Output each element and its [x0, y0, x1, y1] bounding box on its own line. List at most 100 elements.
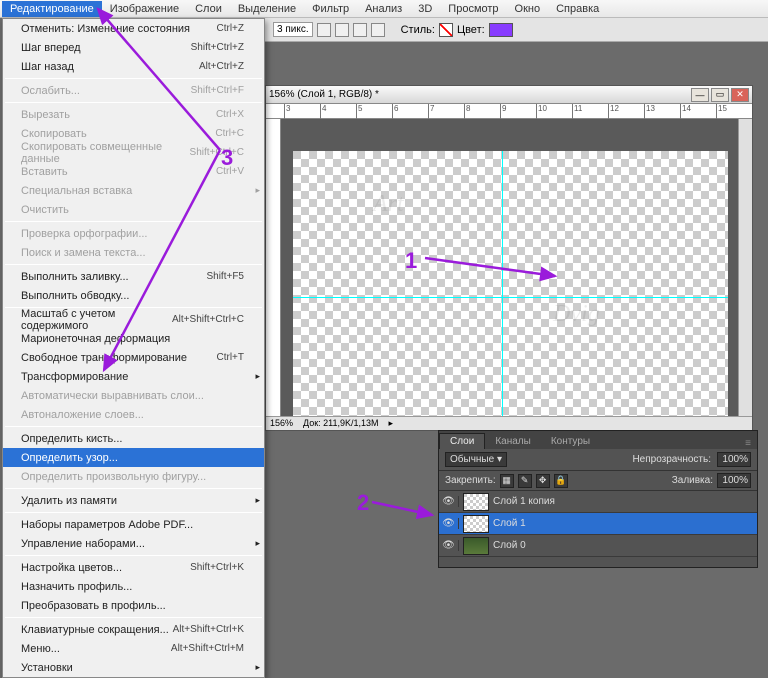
menu-item[interactable]: Определить узор...: [3, 448, 264, 467]
menu-window[interactable]: Окно: [507, 1, 549, 17]
menu-item[interactable]: Шаг назадAlt+Ctrl+Z: [3, 57, 264, 76]
menu-shortcut: Ctrl+T: [217, 352, 245, 363]
menu-item-label: Наборы параметров Adobe PDF...: [21, 519, 193, 531]
menu-item-label: Скопировать совмещенные данные: [21, 141, 190, 165]
eye-icon[interactable]: 👁: [439, 496, 459, 507]
zoom-status[interactable]: 156%: [270, 418, 293, 429]
menu-item[interactable]: Установки: [3, 658, 264, 677]
fill-input[interactable]: 100%: [717, 473, 751, 488]
menu-item[interactable]: Управление наборами...: [3, 534, 264, 553]
lock-position-icon[interactable]: ✥: [536, 474, 550, 488]
menu-item-label: Ослабить...: [21, 85, 80, 97]
menu-item[interactable]: Свободное трансформирование Ctrl+T: [3, 348, 264, 367]
shape-opt-1[interactable]: [317, 23, 331, 37]
menu-help[interactable]: Справка: [548, 1, 607, 17]
ruler-tick: 3: [284, 104, 290, 119]
lock-transparency-icon[interactable]: ▦: [500, 474, 514, 488]
layer-thumb[interactable]: [463, 515, 489, 533]
opacity-input[interactable]: 100%: [717, 452, 751, 467]
menu-item-label: Специальная вставка: [21, 185, 132, 197]
layer-list: 👁Слой 1 копия👁Слой 1👁Слой 0: [439, 491, 757, 557]
menu-shortcut: Shift+Ctrl+C: [190, 147, 244, 158]
menu-item[interactable]: Удалить из памяти: [3, 491, 264, 510]
menu-item-label: Свободное трансформирование: [21, 352, 187, 364]
edit-menu-dropdown: Отменить: Изменение состоянияCtrl+ZШаг в…: [2, 18, 265, 678]
shape-opt-3[interactable]: [353, 23, 367, 37]
menu-edit[interactable]: Редактирование: [2, 1, 102, 17]
lock-all-icon[interactable]: 🔒: [554, 474, 568, 488]
layer-row[interactable]: 👁Слой 1: [439, 513, 757, 535]
style-none-swatch[interactable]: [439, 23, 453, 37]
fill-label: Заливка:: [672, 475, 713, 486]
layer-row[interactable]: 👁Слой 1 копия: [439, 491, 757, 513]
ruler-tick: 10: [536, 104, 547, 119]
menu-item-label: Установки: [21, 662, 73, 674]
lock-paint-icon[interactable]: ✎: [518, 474, 532, 488]
maximize-button[interactable]: ▭: [711, 88, 729, 102]
document-window: 156% (Слой 1, RGB/8) * — ▭ ✕ 34567891011…: [265, 85, 753, 431]
ruler-tick: 9: [500, 104, 506, 119]
menu-filter[interactable]: Фильтр: [304, 1, 357, 17]
tab-channels[interactable]: Каналы: [485, 434, 541, 449]
guide-horizontal[interactable]: [293, 297, 728, 298]
menu-image[interactable]: Изображение: [102, 1, 187, 17]
menu-item[interactable]: Масштаб с учетом содержимогоAlt+Shift+Ct…: [3, 310, 264, 329]
doc-info[interactable]: Док: 211,9K/1,13M: [303, 418, 379, 429]
close-button[interactable]: ✕: [731, 88, 749, 102]
menu-item[interactable]: Отменить: Изменение состоянияCtrl+Z: [3, 19, 264, 38]
menu-item-label: Автоналожение слоев...: [21, 409, 144, 421]
menu-item: Проверка орфографии...: [3, 224, 264, 243]
annotation-1: 1: [405, 248, 417, 274]
lock-label: Закрепить:: [445, 475, 496, 486]
menu-shortcut: Alt+Shift+Ctrl+C: [172, 314, 244, 325]
menu-item[interactable]: Преобразовать в профиль...: [3, 596, 264, 615]
menu-item[interactable]: Выполнить обводку...: [3, 286, 264, 305]
menu-shortcut: Shift+F5: [206, 271, 244, 282]
menu-item[interactable]: Шаг впередShift+Ctrl+Z: [3, 38, 264, 57]
menu-select[interactable]: Выделение: [230, 1, 304, 17]
ruler-horizontal[interactable]: 3456789101112131415: [266, 104, 752, 119]
menu-analysis[interactable]: Анализ: [357, 1, 410, 17]
menu-item[interactable]: Клавиатурные сокращения...Alt+Shift+Ctrl…: [3, 620, 264, 639]
menu-item[interactable]: Меню...Alt+Shift+Ctrl+M: [3, 639, 264, 658]
panel-menu-icon[interactable]: ≡: [739, 438, 757, 449]
menu-item[interactable]: Трансформирование: [3, 367, 264, 386]
menu-item[interactable]: Марионеточная деформация: [3, 329, 264, 348]
tab-layers[interactable]: Слои: [439, 433, 485, 449]
menu-item[interactable]: Настройка цветов...Shift+Ctrl+K: [3, 558, 264, 577]
menu-item-label: Определить узор...: [21, 452, 118, 464]
menu-item[interactable]: Назначить профиль...: [3, 577, 264, 596]
menu-item-label: Автоматически выравнивать слои...: [21, 390, 204, 402]
guide-vertical[interactable]: [502, 151, 503, 416]
canvas-checker: Art Dvig: [293, 151, 728, 416]
menu-view[interactable]: Просмотр: [440, 1, 506, 17]
canvas-area[interactable]: Art Dvig: [281, 119, 738, 416]
scrollbar-vertical[interactable]: [738, 119, 752, 416]
tab-paths[interactable]: Контуры: [541, 434, 600, 449]
eye-icon[interactable]: 👁: [439, 518, 459, 529]
ruler-vertical[interactable]: [266, 119, 281, 416]
menu-item-label: Определить произвольную фигуру...: [21, 471, 206, 483]
document-titlebar[interactable]: 156% (Слой 1, RGB/8) * — ▭ ✕: [266, 86, 752, 104]
menu-item[interactable]: Определить кисть...: [3, 429, 264, 448]
menu-layers[interactable]: Слои: [187, 1, 230, 17]
stroke-width-input[interactable]: 3 пикс.: [273, 22, 313, 37]
color-swatch[interactable]: [489, 23, 513, 37]
layer-thumb[interactable]: [463, 493, 489, 511]
shape-opt-4[interactable]: [371, 23, 385, 37]
menu-item: Очистить: [3, 200, 264, 219]
ruler-tick: 13: [644, 104, 655, 119]
blend-mode-select[interactable]: Обычные ▾: [445, 452, 507, 467]
opacity-label: Непрозрачность:: [632, 454, 711, 465]
menu-shortcut: Alt+Shift+Ctrl+K: [173, 624, 244, 635]
menu-item: Автоматически выравнивать слои...: [3, 386, 264, 405]
menu-item[interactable]: Наборы параметров Adobe PDF...: [3, 515, 264, 534]
menu-item-label: Назначить профиль...: [21, 581, 132, 593]
shape-opt-2[interactable]: [335, 23, 349, 37]
minimize-button[interactable]: —: [691, 88, 709, 102]
eye-icon[interactable]: 👁: [439, 540, 459, 551]
layer-thumb[interactable]: [463, 537, 489, 555]
layer-row[interactable]: 👁Слой 0: [439, 535, 757, 557]
menu-item[interactable]: Выполнить заливку...Shift+F5: [3, 267, 264, 286]
menu-3d[interactable]: 3D: [410, 1, 440, 17]
